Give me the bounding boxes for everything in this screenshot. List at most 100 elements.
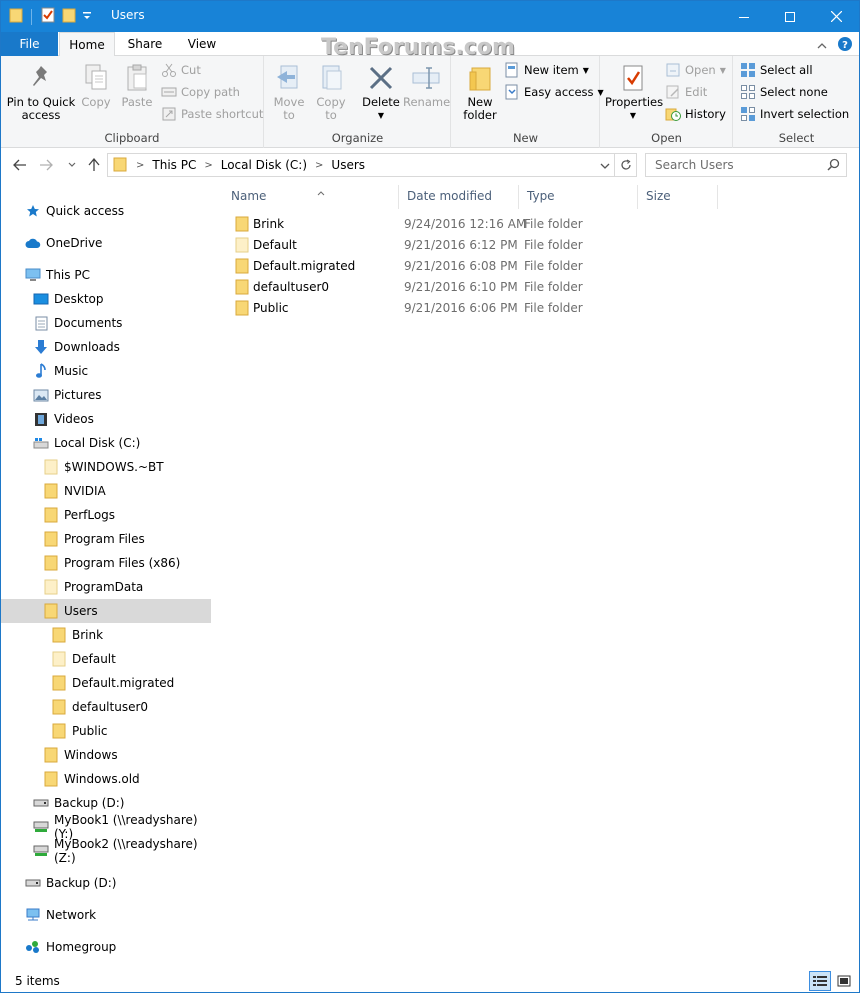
nav-local-disk-c[interactable]: Local Disk (C:)	[1, 431, 211, 455]
nav-backup-d[interactable]: Backup (D:)	[1, 791, 211, 815]
nav-folder-defaultuser0[interactable]: defaultuser0	[1, 695, 211, 719]
properties-dropdown-icon: ▼	[629, 111, 637, 120]
star-icon	[25, 203, 41, 219]
search-box[interactable]: Search Users	[645, 153, 847, 177]
pin-label-2: access	[21, 108, 61, 122]
breadcrumb-local-disk[interactable]: Local Disk (C:)	[221, 158, 307, 172]
edit-button[interactable]: Edit	[665, 82, 707, 102]
table-row[interactable]: Public 9/21/2016 6:06 PM File folder	[229, 298, 709, 319]
nav-this-pc[interactable]: This PC	[1, 263, 211, 287]
cut-button[interactable]: Cut	[161, 60, 201, 80]
tab-view[interactable]: View	[175, 32, 229, 56]
group-label-open: Open	[651, 131, 682, 145]
paste-button[interactable]: Paste	[117, 60, 157, 109]
open-button[interactable]: Open ▼	[665, 60, 726, 80]
search-icon[interactable]	[827, 158, 840, 174]
help-icon[interactable]: ?	[837, 36, 853, 55]
breadcrumb-users[interactable]: Users	[331, 158, 365, 172]
up-button[interactable]	[85, 156, 103, 174]
nav-homegroup[interactable]: Homegroup	[1, 935, 211, 959]
rename-button[interactable]: Rename	[403, 60, 451, 109]
nav-folder-windows-old[interactable]: Windows.old	[1, 767, 211, 791]
history-button[interactable]: History	[665, 104, 726, 124]
nav-folder-windows-bt[interactable]: $WINDOWS.~BT	[1, 455, 211, 479]
nav-folder-programdata[interactable]: ProgramData	[1, 575, 211, 599]
breadcrumb-this-pc[interactable]: This PC	[152, 158, 196, 172]
file-name: Default.migrated	[253, 259, 356, 273]
properties-icon[interactable]	[40, 7, 56, 26]
tab-home[interactable]: Home	[59, 32, 115, 57]
select-all-button[interactable]: Select all	[740, 60, 813, 80]
computer-icon	[25, 267, 41, 283]
nav-folder-default-migrated[interactable]: Default.migrated	[1, 671, 211, 695]
easy-access-button[interactable]: Easy access ▼	[504, 82, 604, 102]
easy-access-icon	[505, 84, 518, 100]
copy-button[interactable]: Copy	[77, 60, 115, 109]
nav-folder-default[interactable]: Default	[1, 647, 211, 671]
pin-quick-access-button[interactable]: Pin to Quick access	[5, 60, 77, 122]
explorer-window: Users File Home Share View ? TenForums.c…	[0, 0, 860, 993]
nav-folder-public[interactable]: Public	[1, 719, 211, 743]
chevron-right-icon[interactable]: >	[315, 160, 323, 171]
new-item-button[interactable]: New item ▼	[504, 60, 589, 80]
nav-pictures[interactable]: Pictures	[1, 383, 211, 407]
nav-music[interactable]: Music	[1, 359, 211, 383]
customize-dropdown-icon[interactable]	[82, 10, 92, 24]
new-folder-icon[interactable]	[62, 7, 76, 26]
copy-to-button[interactable]: Copy to	[313, 60, 349, 122]
nav-folder-windows[interactable]: Windows	[1, 743, 211, 767]
column-header-date[interactable]: Date modified	[399, 185, 519, 209]
table-row[interactable]: defaultuser0 9/21/2016 6:10 PM File fold…	[229, 277, 709, 298]
close-button[interactable]	[813, 1, 859, 32]
nav-backup-d-root[interactable]: Backup (D:)	[1, 871, 211, 895]
back-button[interactable]	[11, 156, 29, 174]
nav-folder-brink[interactable]: Brink	[1, 623, 211, 647]
nav-documents[interactable]: Documents	[1, 311, 211, 335]
nav-folder-nvidia[interactable]: NVIDIA	[1, 479, 211, 503]
address-bar[interactable]: > This PC > Local Disk (C:) > Users	[107, 153, 637, 177]
new-folder-button[interactable]: New folder	[460, 60, 500, 122]
nav-folder-perflogs[interactable]: PerfLogs	[1, 503, 211, 527]
minimize-ribbon-icon[interactable]	[817, 39, 827, 53]
forward-button[interactable]	[37, 156, 55, 174]
nav-network[interactable]: Network	[1, 903, 211, 927]
drive-icon	[25, 875, 41, 891]
properties-button[interactable]: Properties ▼	[605, 60, 663, 122]
nav-mybook1[interactable]: MyBook1 (\\readyshare) (Y:)	[1, 813, 211, 841]
nav-folder-users[interactable]: Users	[1, 599, 211, 623]
tab-share[interactable]: Share	[117, 32, 173, 56]
delete-button[interactable]: Delete ▼	[361, 60, 401, 122]
nav-folder-program-files[interactable]: Program Files	[1, 527, 211, 551]
table-row[interactable]: Default.migrated 9/21/2016 6:08 PM File …	[229, 256, 709, 277]
paste-shortcut-button[interactable]: Paste shortcut	[161, 104, 263, 124]
large-icons-view-button[interactable]	[833, 971, 855, 991]
nav-desktop[interactable]: Desktop	[1, 287, 211, 311]
nav-mybook2[interactable]: MyBook2 (\\readyshare) (Z:)	[1, 837, 211, 865]
chevron-right-icon[interactable]: >	[204, 160, 212, 171]
nav-videos[interactable]: Videos	[1, 407, 211, 431]
search-input[interactable]: Search Users	[655, 158, 734, 172]
invert-selection-button[interactable]: Invert selection	[740, 104, 849, 124]
select-none-button[interactable]: Select none	[740, 82, 828, 102]
recent-locations-button[interactable]	[63, 156, 81, 174]
nav-downloads[interactable]: Downloads	[1, 335, 211, 359]
table-row[interactable]: Brink 9/24/2016 12:16 AM File folder	[229, 214, 709, 235]
rename-label: Rename	[403, 95, 451, 109]
tab-file[interactable]: File	[1, 32, 58, 56]
cut-icon	[162, 63, 176, 77]
column-header-size[interactable]: Size	[638, 185, 718, 209]
column-header-type[interactable]: Type	[519, 185, 638, 209]
column-header-name[interactable]: Name	[223, 185, 399, 209]
table-row[interactable]: Default 9/21/2016 6:12 PM File folder	[229, 235, 709, 256]
nav-onedrive[interactable]: OneDrive	[1, 231, 211, 255]
nav-quick-access[interactable]: Quick access	[1, 199, 211, 223]
refresh-button[interactable]	[614, 154, 636, 176]
copy-path-button[interactable]: Copy path	[161, 82, 240, 102]
nav-folder-program-files-x86[interactable]: Program Files (x86)	[1, 551, 211, 575]
maximize-button[interactable]	[767, 1, 813, 32]
details-view-button[interactable]	[809, 971, 831, 991]
minimize-button[interactable]	[721, 1, 767, 32]
move-to-button[interactable]: Move to	[271, 60, 307, 122]
chevron-right-icon[interactable]: >	[136, 160, 144, 171]
address-history-dropdown-icon[interactable]	[600, 159, 610, 173]
